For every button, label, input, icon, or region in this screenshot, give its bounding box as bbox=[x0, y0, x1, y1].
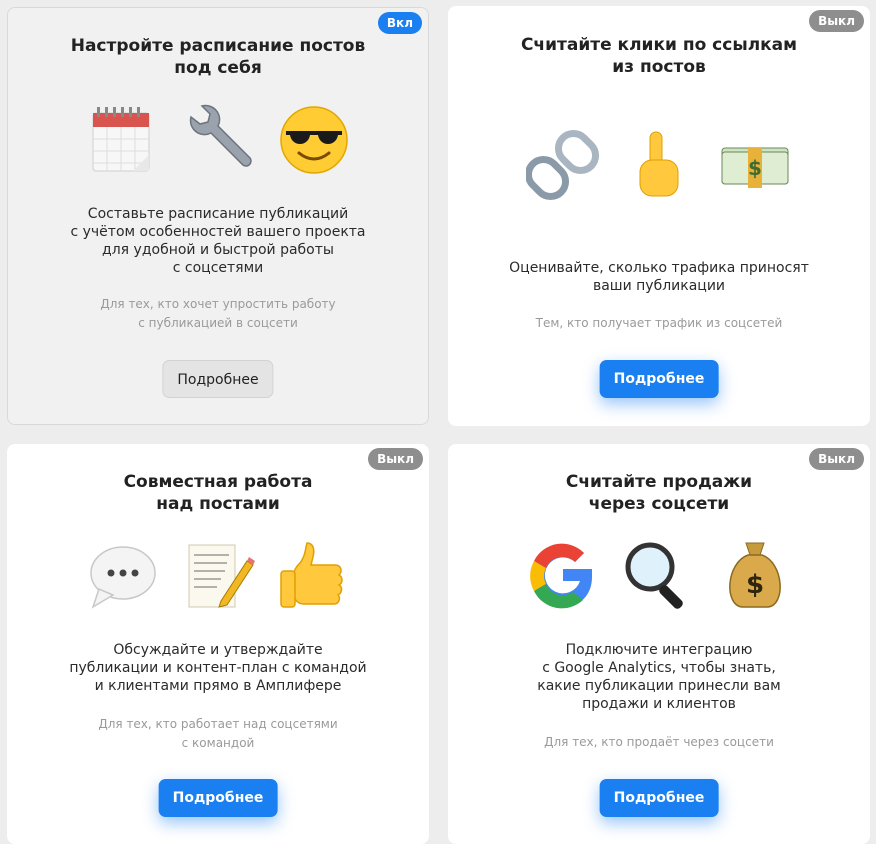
card-description: Оценивайте, сколько трафика приносят ваш… bbox=[509, 260, 809, 294]
more-button[interactable]: Подробнее bbox=[162, 360, 274, 398]
card-title: Совместная работа над постами bbox=[123, 472, 313, 514]
wrench-icon bbox=[181, 103, 255, 177]
card-icons bbox=[7, 539, 429, 613]
card-description: Составьте расписание публикаций с учётом… bbox=[70, 206, 366, 276]
card-description: Обсуждайте и утверждайте публикации и ко… bbox=[69, 642, 367, 694]
magnifier-icon bbox=[622, 539, 696, 613]
sunglasses-smiley-icon bbox=[277, 103, 351, 177]
card-icons bbox=[448, 539, 870, 613]
more-button[interactable]: Подробнее bbox=[599, 360, 719, 398]
card-description: Подключите интеграцию с Google Analytics… bbox=[537, 642, 781, 712]
money-stack-icon bbox=[718, 128, 792, 202]
card-icons bbox=[448, 128, 870, 202]
status-badge[interactable]: Выкл bbox=[809, 10, 864, 32]
card-icons bbox=[8, 103, 428, 177]
thumbs-up-icon bbox=[277, 539, 351, 613]
calendar-icon bbox=[85, 103, 159, 177]
feature-card-collaboration: Выкл Совместная работа над постами Обсуж… bbox=[7, 444, 429, 844]
more-button[interactable]: Подробнее bbox=[599, 779, 719, 817]
card-audience: Для тех, кто хочет упростить работу с пу… bbox=[100, 297, 336, 330]
card-audience: Для тех, кто продаёт через соцсети bbox=[544, 735, 774, 749]
card-audience: Тем, кто получает трафик из соцсетей bbox=[535, 316, 783, 330]
card-title: Считайте клики по ссылкам из постов bbox=[520, 35, 798, 77]
status-badge[interactable]: Выкл bbox=[809, 448, 864, 470]
card-audience: Для тех, кто работает над соцсетями с ко… bbox=[98, 717, 338, 750]
feature-card-schedule: Вкл Настройте расписание постов под себя… bbox=[7, 7, 429, 425]
memo-pencil-icon bbox=[181, 539, 255, 613]
google-logo-icon bbox=[526, 539, 600, 613]
card-title: Настройте расписание постов под себя bbox=[70, 36, 366, 78]
feature-card-sales: Выкл Считайте продажи через соцсети Подк… bbox=[448, 444, 870, 844]
more-button[interactable]: Подробнее bbox=[158, 779, 278, 817]
speech-bubble-icon bbox=[85, 539, 159, 613]
feature-card-link-clicks: Выкл Считайте клики по ссылкам из постов… bbox=[448, 6, 870, 426]
status-badge[interactable]: Вкл bbox=[377, 12, 422, 34]
money-bag-icon bbox=[718, 539, 792, 613]
card-title: Считайте продажи через соцсети bbox=[565, 472, 753, 514]
chain-link-icon bbox=[526, 128, 600, 202]
status-badge[interactable]: Выкл bbox=[368, 448, 423, 470]
pointing-finger-icon bbox=[622, 128, 696, 202]
